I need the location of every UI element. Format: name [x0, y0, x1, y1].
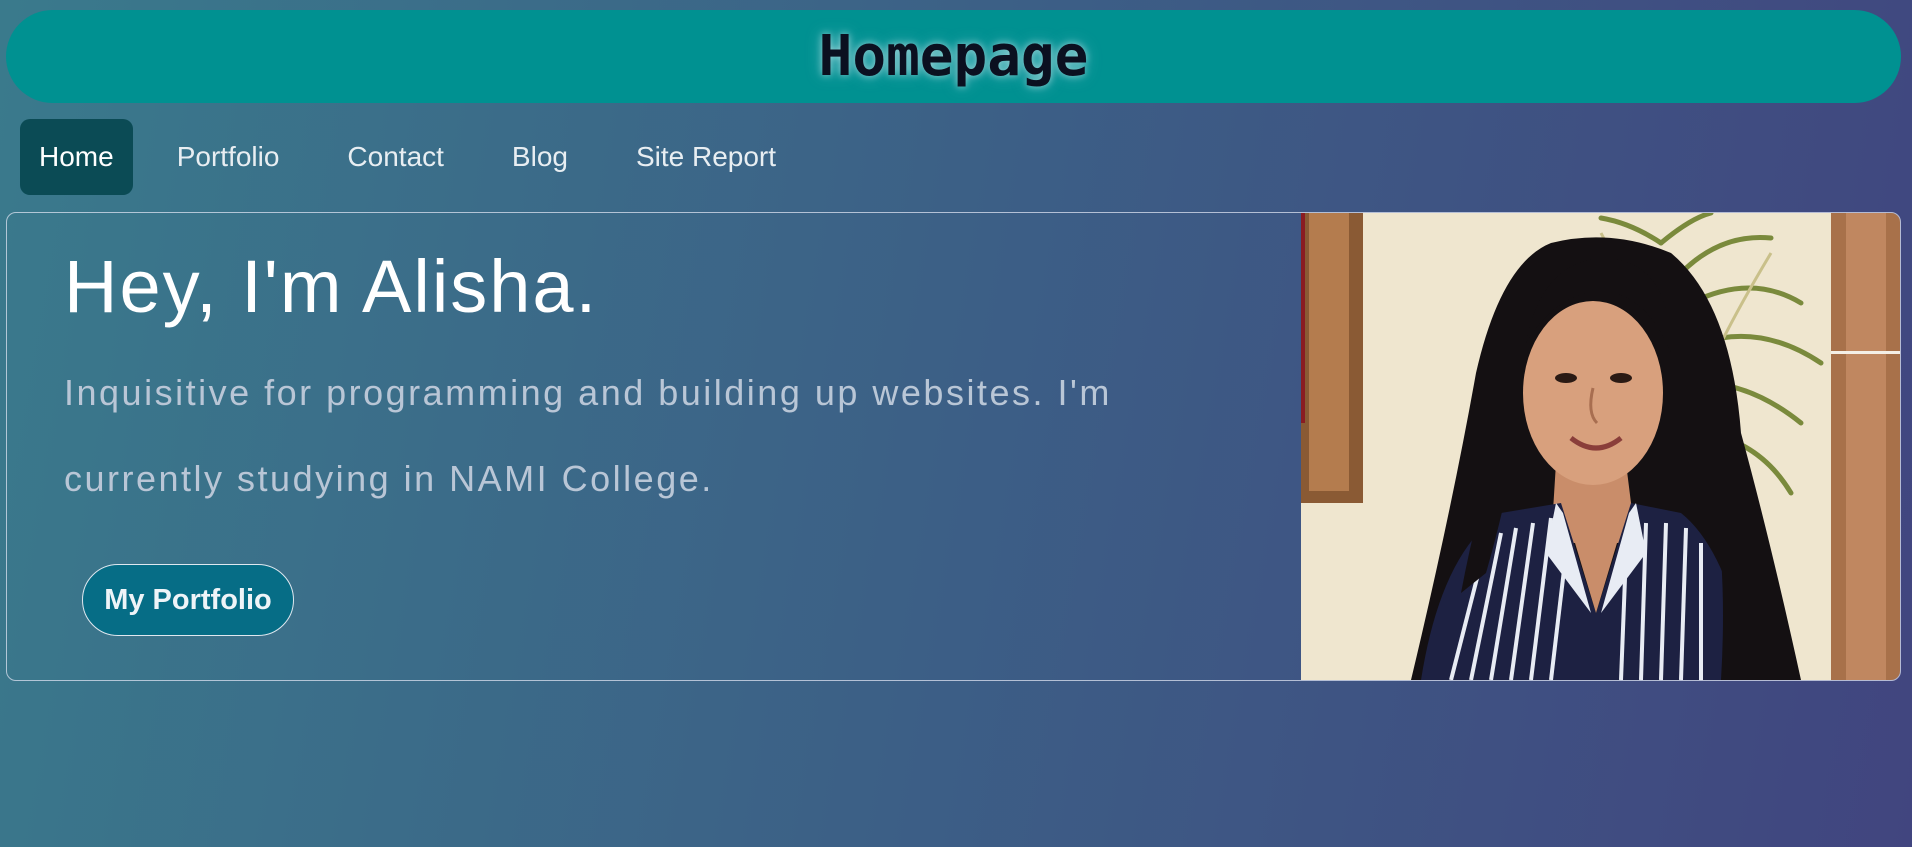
hero-text: Hey, I'm Alisha. Inquisitive for program… [64, 243, 1264, 522]
nav-item-home[interactable]: Home [20, 119, 133, 195]
nav-item-site-report[interactable]: Site Report [612, 119, 800, 195]
portrait-photo-graphic [1301, 213, 1900, 680]
nav-item-contact[interactable]: Contact [323, 119, 468, 195]
nav-item-blog[interactable]: Blog [488, 119, 592, 195]
my-portfolio-button[interactable]: My Portfolio [82, 564, 294, 636]
hero-description: Inquisitive for programming and building… [64, 371, 1112, 499]
portrait-photo [1301, 213, 1900, 680]
title-bar: Homepage [6, 10, 1901, 103]
main-nav: Home Portfolio Contact Blog Site Report [20, 119, 820, 195]
hero-card: Hey, I'm Alisha. Inquisitive for program… [6, 212, 1901, 681]
page-title: Homepage [818, 24, 1089, 89]
hero-heading: Hey, I'm Alisha. [64, 245, 599, 328]
nav-item-portfolio[interactable]: Portfolio [153, 119, 304, 195]
